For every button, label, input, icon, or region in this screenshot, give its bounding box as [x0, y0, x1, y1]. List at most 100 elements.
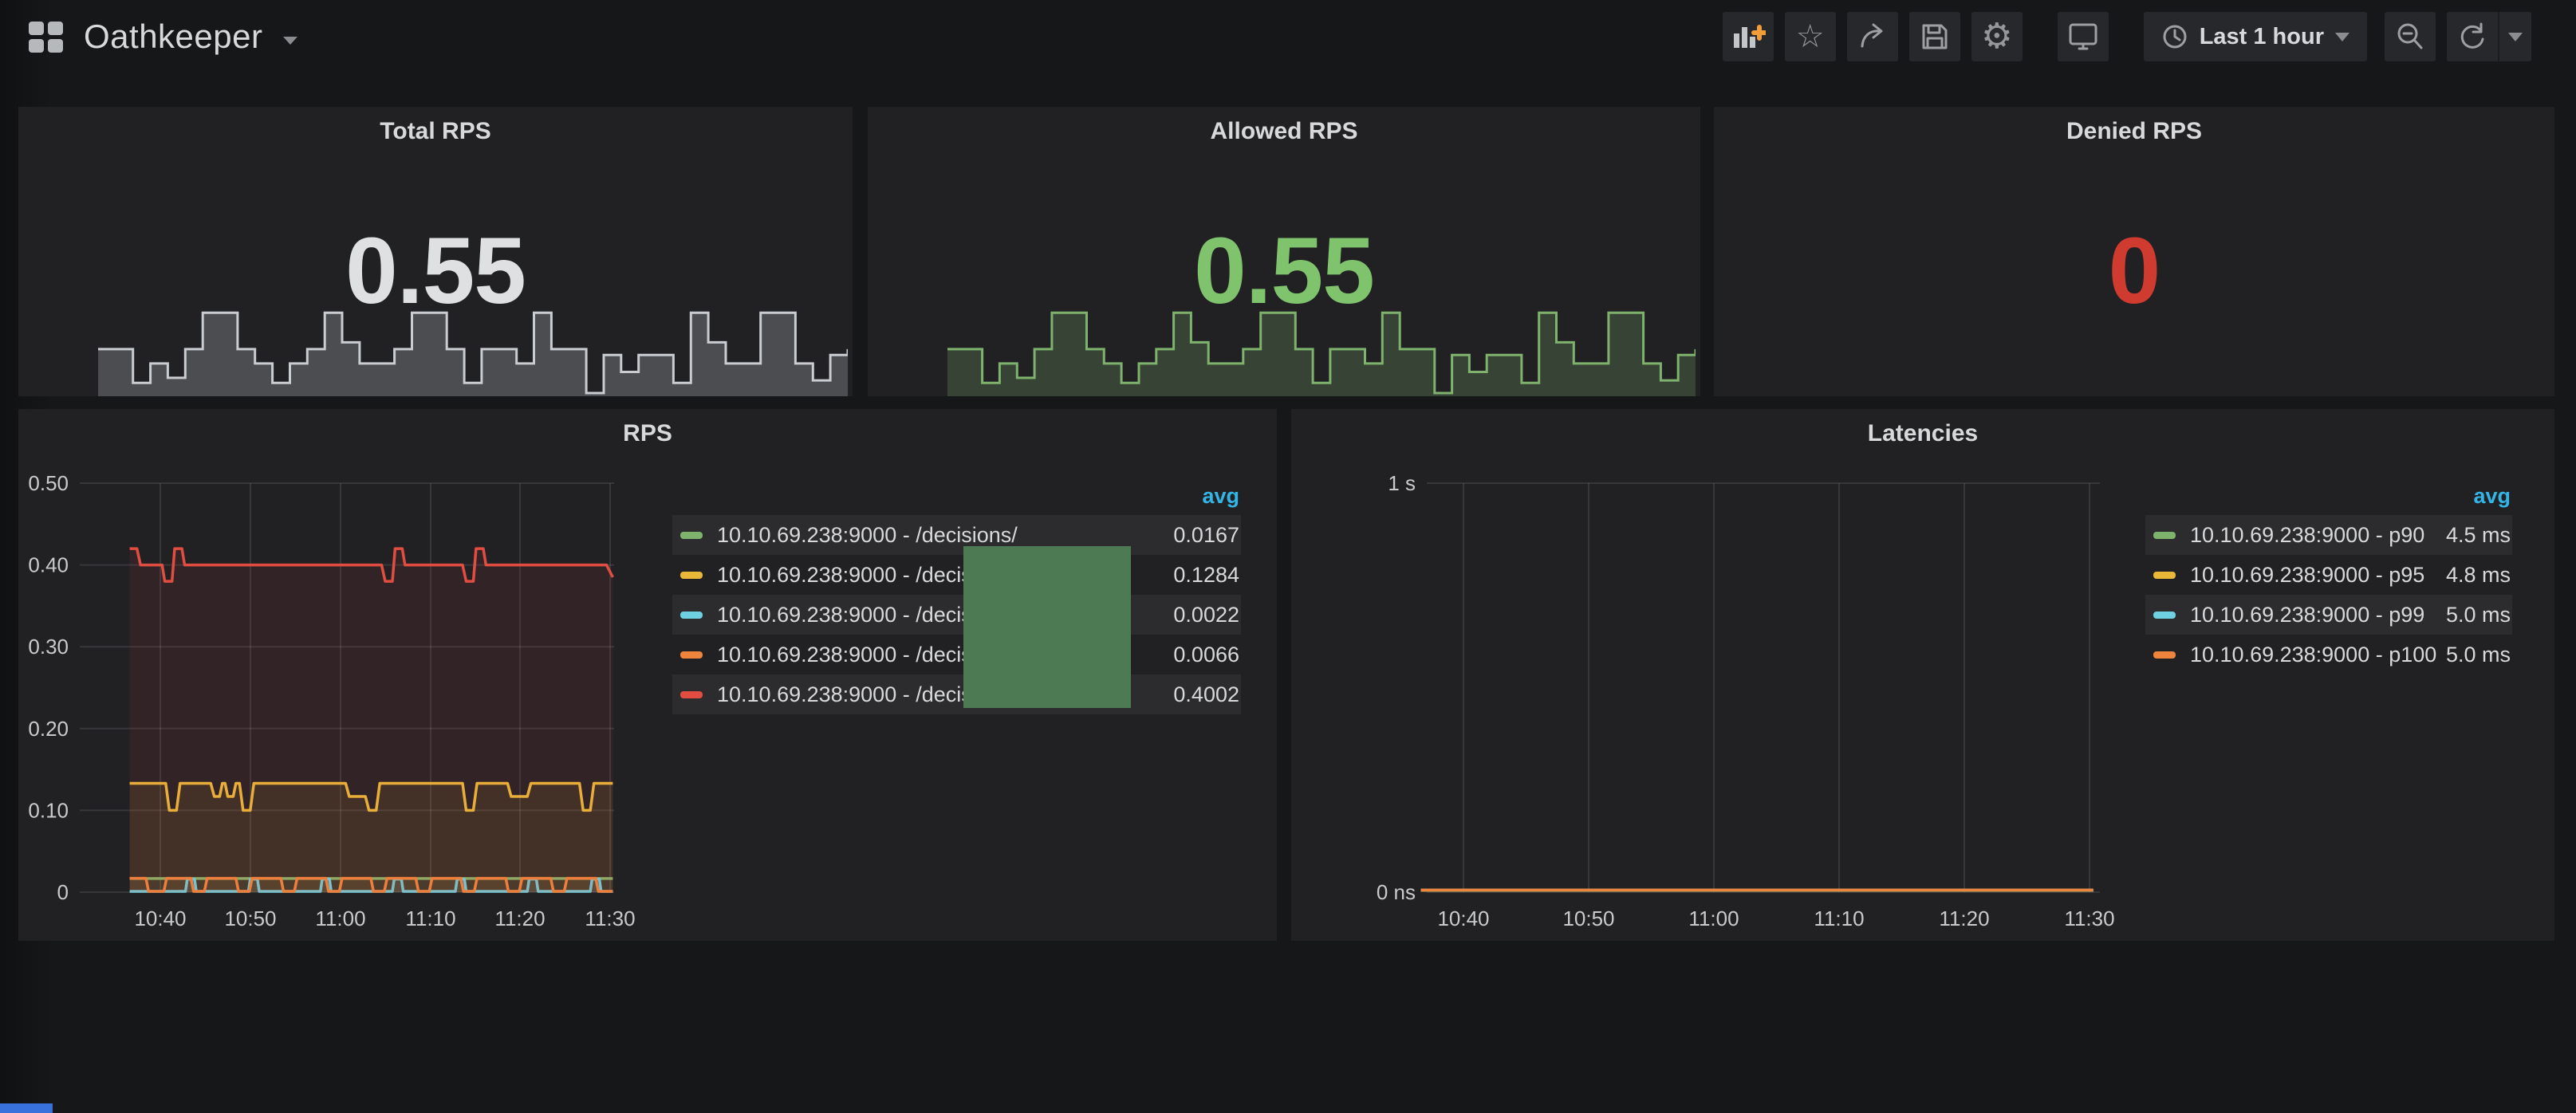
legend-row[interactable]: 10.10.69.238:9000 - p90 4.5 ms [2145, 515, 2512, 555]
svg-text:10:50: 10:50 [1562, 907, 1614, 930]
svg-text:11:10: 11:10 [1814, 907, 1864, 930]
legend-row[interactable]: 10.10.69.238:9000 - /decisions/0.4002 [672, 674, 1241, 714]
svg-text:1 s: 1 s [1388, 471, 1416, 495]
svg-text:0.30: 0.30 [28, 635, 69, 659]
svg-text:0.50: 0.50 [28, 471, 69, 495]
sparkline [947, 304, 1696, 396]
share-icon [1857, 21, 1889, 53]
series-name[interactable]: 10.10.69.238:9000 - p90 [2190, 523, 2436, 548]
rps-legend: avg10.10.69.238:9000 - /decisions/0.0167… [672, 477, 1241, 714]
legend-row[interactable]: 10.10.69.238:9000 - p95 4.8 ms [2145, 555, 2512, 595]
svg-text:0: 0 [57, 880, 69, 904]
svg-text:11:20: 11:20 [1939, 907, 1989, 930]
latencies-legend: avg10.10.69.238:9000 - p904.5 ms10.10.69… [2145, 477, 2512, 674]
time-range-label: Last 1 hour [2200, 24, 2324, 50]
svg-text:11:30: 11:30 [585, 907, 635, 930]
series-color-swatch-icon[interactable] [680, 691, 703, 698]
refresh-icon [2456, 21, 2488, 53]
save-button[interactable] [1909, 12, 1960, 61]
settings-button[interactable]: ⚙ [1971, 12, 2023, 61]
legend-row[interactable]: 10.10.69.238:9000 - /decisions/0.0167 [672, 515, 1241, 555]
legend-overlay-artifact [963, 546, 1131, 708]
svg-text:0.10: 0.10 [28, 798, 69, 822]
panel-allowed-rps: Allowed RPS 0.55 [868, 107, 1700, 396]
legend-row[interactable]: 10.10.69.238:9000 - /decisions/0.0066 [672, 635, 1241, 674]
series-color-swatch-icon[interactable] [2153, 532, 2176, 539]
svg-text:0 ns: 0 ns [1377, 880, 1416, 904]
tv-mode-button[interactable] [2058, 12, 2109, 61]
share-button[interactable] [1847, 12, 1898, 61]
gear-icon: ⚙ [1981, 19, 2012, 54]
panel-latencies-graph: Latencies avg 10.10.69.238:9000 - p90 4.5 … [1291, 409, 2554, 941]
panel-title[interactable]: Allowed RPS [868, 118, 1700, 145]
series-avg-value: 0.0066 [1173, 643, 1239, 667]
legend-avg-header[interactable]: avg [672, 477, 1241, 515]
panel-title[interactable]: Denied RPS [1714, 118, 2554, 145]
star-button[interactable]: ☆ [1785, 12, 1836, 61]
sparkline [1794, 304, 2550, 396]
series-name[interactable]: 10.10.69.238:9000 - p95 [2190, 563, 2436, 588]
dashboard-title[interactable]: Oathkeeper [84, 18, 262, 56]
svg-text:0.20: 0.20 [28, 717, 69, 741]
legend-row[interactable]: 10.10.69.238:9000 - /decisions/0.0022 [672, 595, 1241, 635]
legend-row[interactable]: 10.10.69.238:9000 - p99 5.0 ms [2145, 595, 2512, 635]
panel-title[interactable]: Total RPS [18, 118, 853, 145]
add-panel-icon [1731, 21, 1766, 53]
series-avg-value: 0.4002 [1173, 682, 1239, 707]
series-color-swatch-icon[interactable] [2153, 651, 2176, 659]
panel-total-rps: Total RPS 0.55 [18, 107, 853, 396]
dashboard-header: Oathkeeper ☆ [0, 0, 2576, 73]
svg-text:11:10: 11:10 [405, 907, 455, 930]
series-name[interactable]: 10.10.69.238:9000 - /decisions/ [717, 523, 1164, 548]
zoom-out-icon [2394, 21, 2426, 53]
refresh-caret-icon [2508, 33, 2523, 41]
bottom-left-blue-strip [0, 1103, 53, 1113]
save-icon [1920, 22, 1950, 52]
dashboards-grid-icon[interactable] [29, 22, 63, 53]
series-avg-value: 0.0167 [1173, 523, 1239, 548]
title-dropdown-caret-icon[interactable] [283, 37, 297, 45]
series-color-swatch-icon[interactable] [2153, 612, 2176, 619]
series-name[interactable]: 10.10.69.238:9000 - p100 [2190, 643, 2436, 667]
panel-rps-graph: RPS avg10.10.69.238:9000 - /decisions/0.… [18, 409, 1277, 941]
zoom-out-button[interactable] [2385, 12, 2436, 61]
series-avg-value: 0.0022 [1173, 603, 1239, 627]
clock-icon [2161, 23, 2188, 50]
panel-title[interactable]: Latencies [1291, 420, 2554, 447]
svg-text:10:50: 10:50 [224, 907, 276, 930]
series-avg-value: 5.0 ms [2446, 603, 2511, 627]
legend-row[interactable]: 10.10.69.238:9000 - p100 5.0 ms [2145, 635, 2512, 674]
star-icon: ☆ [1796, 21, 1825, 53]
series-avg-value: 4.5 ms [2446, 523, 2511, 548]
series-color-swatch-icon[interactable] [680, 651, 703, 659]
series-color-swatch-icon[interactable] [680, 532, 703, 539]
add-panel-button[interactable] [1723, 12, 1774, 61]
svg-text:11:00: 11:00 [315, 907, 365, 930]
svg-text:11:30: 11:30 [2064, 907, 2114, 930]
refresh-button[interactable] [2447, 12, 2498, 61]
series-color-swatch-icon[interactable] [2153, 572, 2176, 579]
panel-title[interactable]: RPS [18, 420, 1277, 447]
grafana-dashboard: Oathkeeper ☆ [0, 0, 2576, 1113]
series-avg-value: 5.0 ms [2446, 643, 2511, 667]
time-range-picker[interactable]: Last 1 hour [2144, 12, 2367, 61]
dashboard-title-group[interactable]: Oathkeeper [29, 18, 297, 56]
series-avg-value: 0.1284 [1173, 563, 1239, 588]
series-color-swatch-icon[interactable] [680, 572, 703, 579]
time-range-caret-icon [2335, 33, 2350, 41]
legend-avg-header[interactable]: avg [2145, 477, 2512, 515]
monitor-icon [2066, 21, 2100, 53]
svg-text:10:40: 10:40 [1437, 907, 1489, 930]
refresh-interval-dropdown[interactable] [2498, 12, 2531, 61]
svg-text:11:20: 11:20 [494, 907, 545, 930]
dashboard-toolbar: ☆ ⚙ [1711, 12, 2531, 61]
refresh-button-group [2447, 12, 2531, 61]
series-name[interactable]: 10.10.69.238:9000 - p99 [2190, 603, 2436, 627]
series-avg-value: 4.8 ms [2446, 563, 2511, 588]
svg-text:10:40: 10:40 [134, 907, 186, 930]
sparkline [98, 304, 848, 396]
svg-text:0.40: 0.40 [28, 553, 69, 577]
series-color-swatch-icon[interactable] [680, 612, 703, 619]
legend-row[interactable]: 10.10.69.238:9000 - /decisions/0.1284 [672, 555, 1241, 595]
panel-denied-rps: Denied RPS 0 [1714, 107, 2554, 396]
